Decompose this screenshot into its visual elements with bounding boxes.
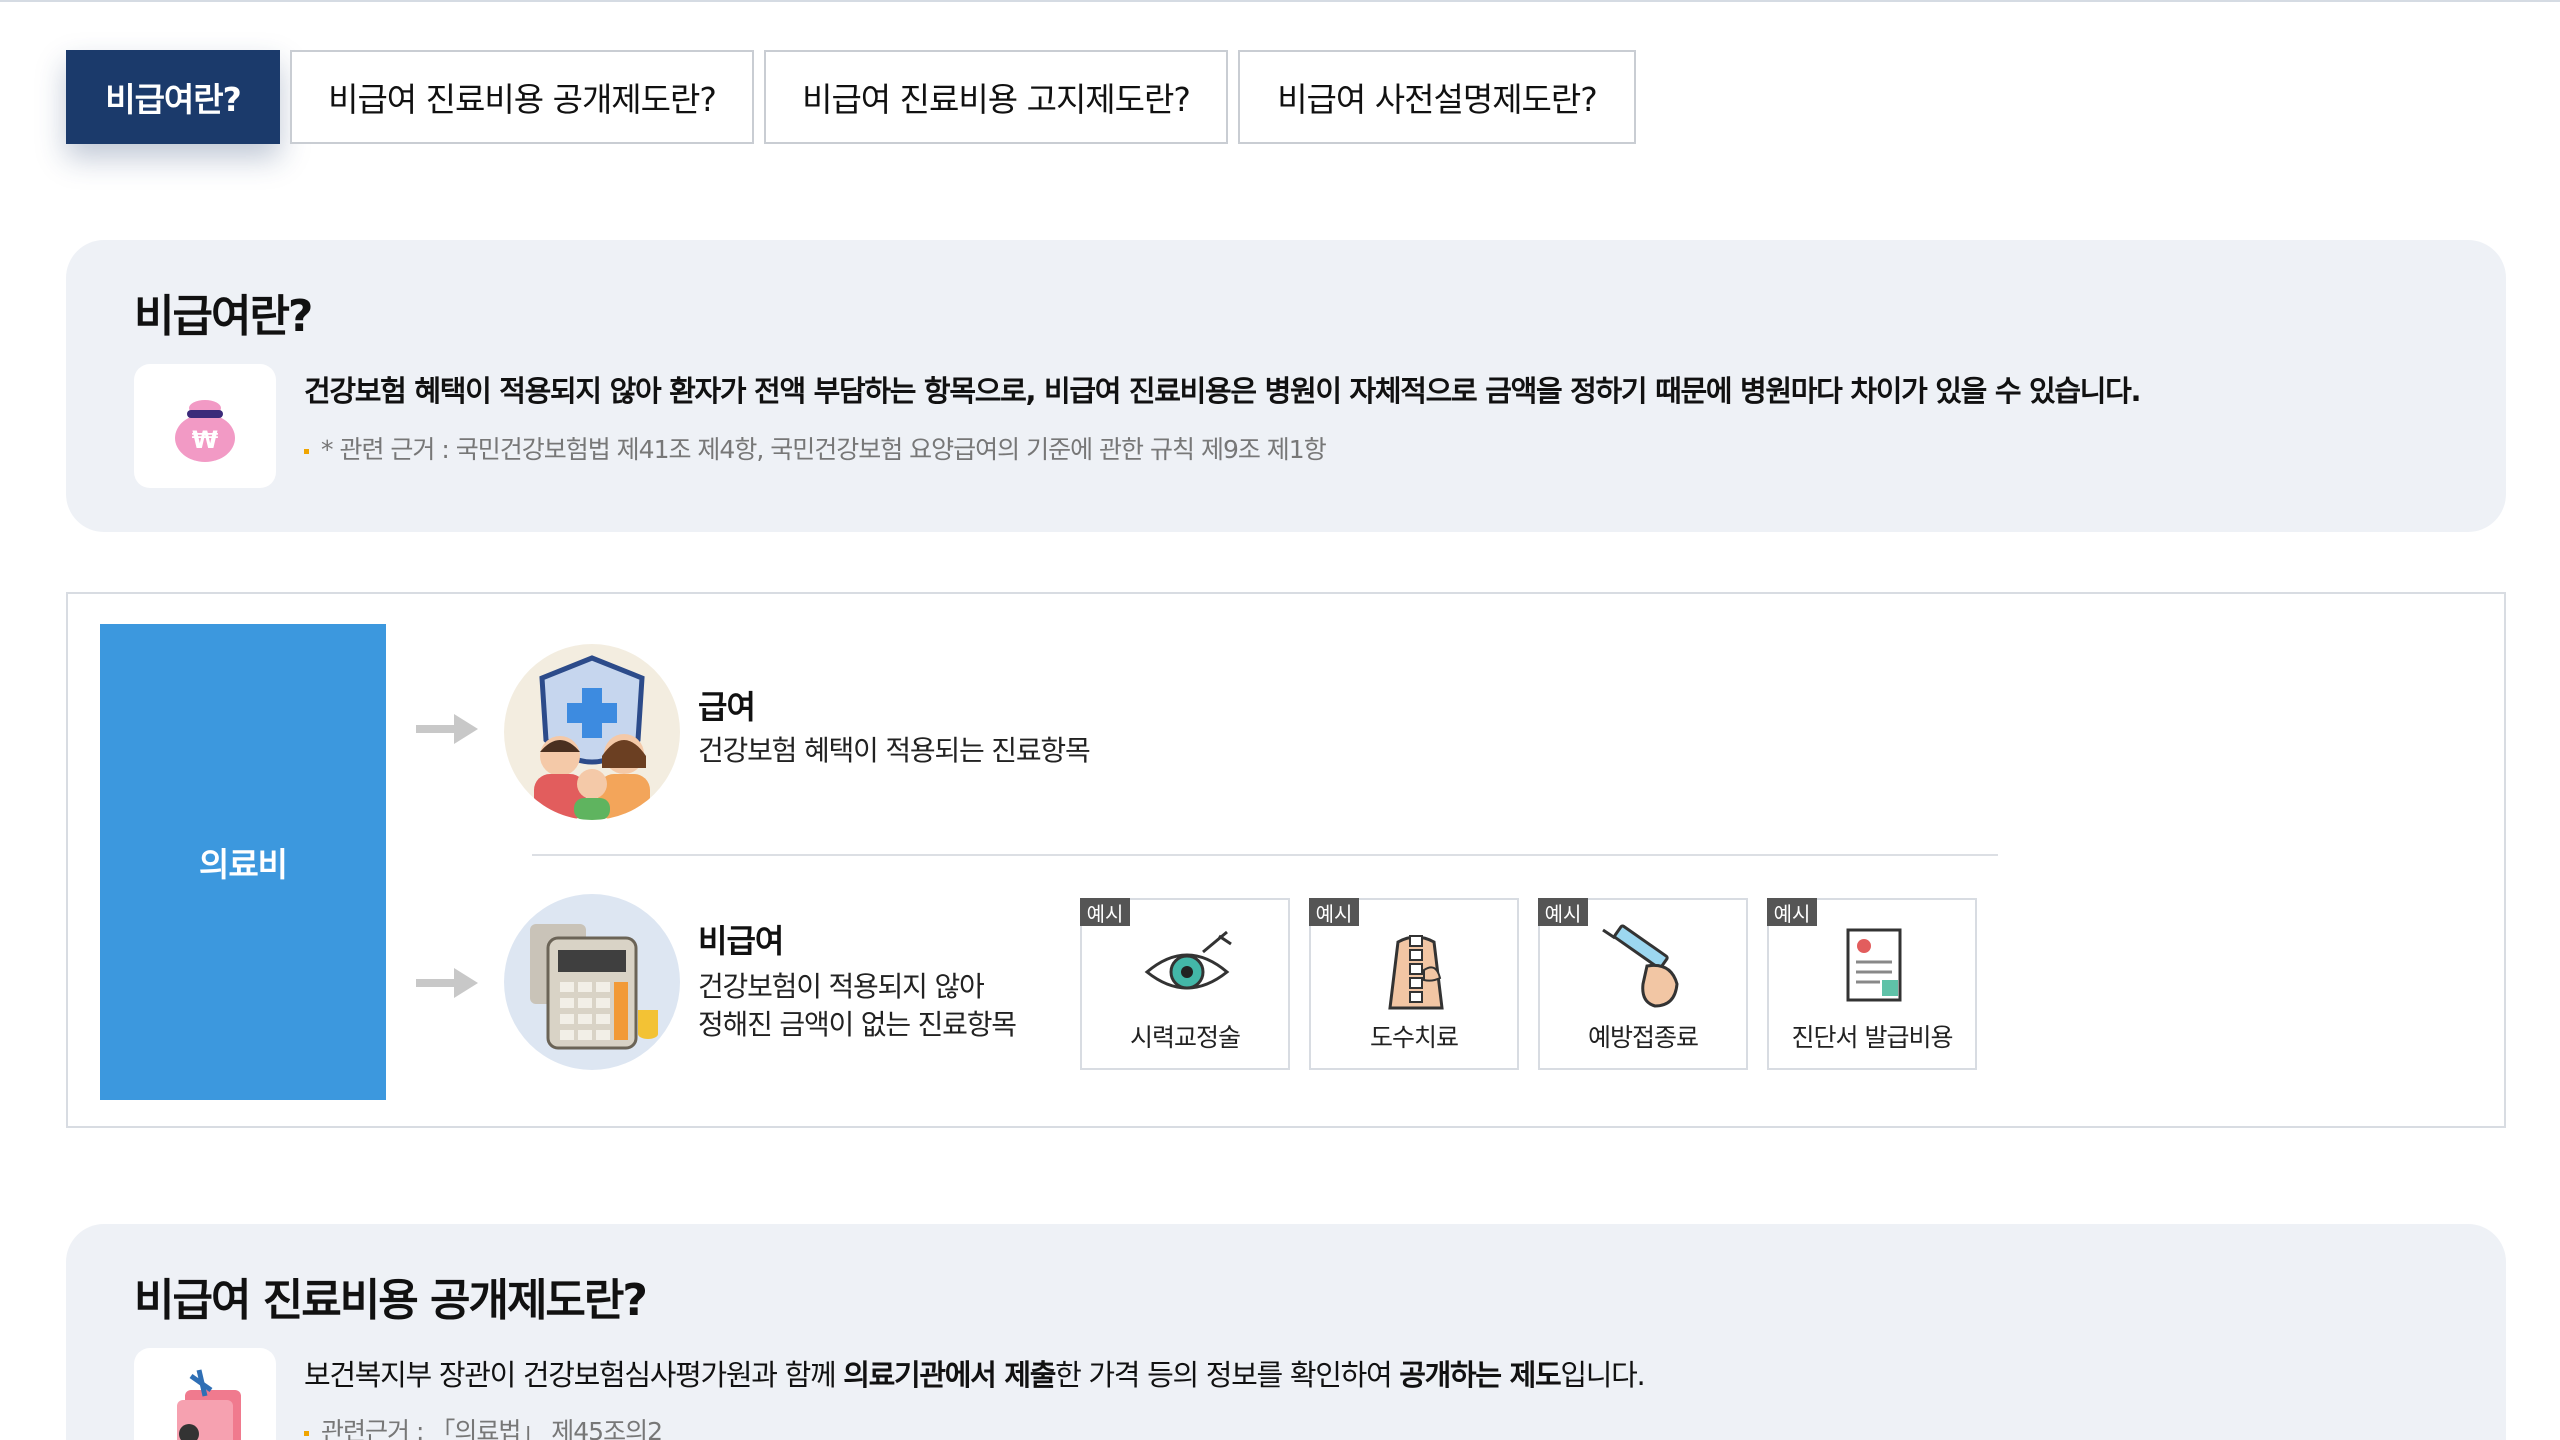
tab-cost-disclosure[interactable]: 비급여 진료비용 공개제도란? [290,50,754,144]
example-label: 진단서 발급비용 [1791,1023,1954,1052]
non-benefit-description-line1: 건강보험이 적용되지 않아 [698,970,985,1003]
spine-icon [1388,935,1444,1010]
benefit-title: 급여 [698,688,756,726]
bullet-icon [304,448,309,454]
money-bag-icon: ₩ [134,364,276,488]
legal-reference: * 관련 근거 : 국민건강보험법 제41조 제4항, 국민건강보험 요양급여의… [304,430,1327,466]
example-card-vision-correction: 예시 시력교정술 [1080,898,1290,1070]
syringe-icon [1602,924,1679,1008]
description-bold: 의료기관에서 제출 [843,1358,1056,1392]
example-badge: 예시 [1767,898,1817,926]
arrow-right-icon [416,714,478,744]
example-label: 시력교정술 [1129,1023,1241,1052]
section-title: 비급여란? [134,291,313,342]
bullet-icon [304,1430,309,1436]
top-divider [0,0,2560,2]
non-benefit-title: 비급여 [698,922,784,960]
description-part: 입니다. [1560,1358,1645,1392]
example-card-manual-therapy: 예시 도수치료 [1309,898,1519,1070]
diagram-divider [532,854,1998,856]
example-label: 예방접종료 [1587,1023,1699,1052]
folder-clip-icon [134,1348,276,1440]
section-cost-disclosure: 비급여 진료비용 공개제도란? 보건복지부 장관이 건강보험심사평가원과 함께 … [66,1224,2506,1440]
example-badge: 예시 [1080,898,1130,926]
description-part: 한 가격 등의 정보를 확인하여 [1055,1358,1400,1392]
calculator-illustration [504,894,680,1070]
section-title: 비급여 진료비용 공개제도란? [134,1275,648,1326]
reference-text: 관련근거 : 「의료법」 제45조의2 [321,1417,663,1440]
example-badge: 예시 [1538,898,1588,926]
tab-prior-explanation[interactable]: 비급여 사전설명제도란? [1238,50,1636,144]
svg-text:₩: ₩ [192,426,219,454]
section-description: 보건복지부 장관이 건강보험심사평가원과 함께 의료기관에서 제출한 가격 등의… [304,1352,1646,1394]
description-bold: 공개하는 제도 [1399,1358,1561,1392]
reference-text: * 관련 근거 : 국민건강보험법 제41조 제4항, 국민건강보험 요양급여의… [321,435,1327,464]
arrow-right-icon [416,968,478,998]
section-non-benefit: 비급여란? ₩ 건강보험 혜택이 적용되지 않아 환자가 전액 부담하는 항목으… [66,240,2506,532]
document-icon [1846,928,1902,1002]
example-badge: 예시 [1309,898,1359,926]
example-label: 도수치료 [1369,1023,1459,1052]
non-benefit-description-line2: 정해진 금액이 없는 진료항목 [698,1008,1017,1041]
example-card-certificate-fee: 예시 진단서 발급비용 [1767,898,1977,1070]
legal-reference: 관련근거 : 「의료법」 제45조의2 [304,1412,663,1440]
section-description: 건강보험 혜택이 적용되지 않아 환자가 전액 부담하는 항목으로, 비급여 진… [304,374,2142,408]
non-benefit-description: 건강보험이 적용되지 않아 정해진 금액이 없는 진료항목 [698,968,1017,1044]
tab-bar: 비급여란? 비급여 진료비용 공개제도란? 비급여 진료비용 고지제도란? 비급… [66,50,1636,144]
description-part: 보건복지부 장관이 건강보험심사평가원과 함께 [304,1358,844,1392]
eye-icon [1144,930,1232,990]
benefit-description: 건강보험 혜택이 적용되는 진료항목 [698,734,1091,767]
family-shield-illustration [504,644,680,820]
cost-diagram: 의료비 급여 건강보험 혜택이 적용되는 진료항목 비급여 건강보험이 적용되지… [66,592,2506,1128]
medical-cost-box: 의료비 [100,624,386,1100]
example-card-vaccination: 예시 예방접종료 [1538,898,1748,1070]
tab-cost-notice[interactable]: 비급여 진료비용 고지제도란? [764,50,1228,144]
tab-what-is-non-benefit[interactable]: 비급여란? [66,50,280,144]
